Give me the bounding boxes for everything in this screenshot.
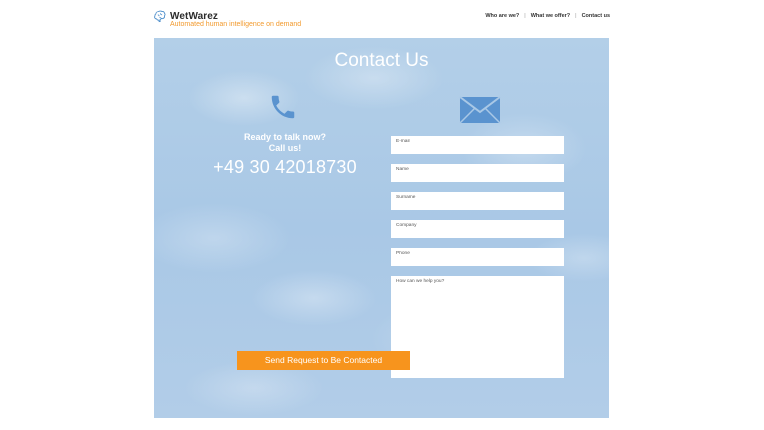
nav-who-are-we[interactable]: Who are we? [485, 13, 519, 19]
name-field[interactable] [391, 164, 564, 174]
header: WetWarez Automated human intelligence on… [154, 8, 610, 36]
tagline: Automated human intelligence on demand [170, 21, 302, 28]
nav-contact-us[interactable]: Contact us [582, 13, 610, 19]
call-prompt-line1: Ready to talk now? [243, 132, 326, 142]
call-prompt-line2: Call us! [268, 143, 302, 153]
brain-icon [154, 10, 166, 23]
contact-form [391, 136, 564, 388]
message-field[interactable] [391, 276, 564, 378]
nav-separator: | [575, 13, 577, 19]
call-prompt: Ready to talk now? Call us! [214, 132, 356, 154]
page: WetWarez Automated human intelligence on… [0, 0, 764, 430]
message-field-wrapper [391, 276, 564, 378]
email-field[interactable] [391, 136, 564, 146]
send-request-button[interactable]: Send Request to Be Contacted [237, 351, 410, 370]
envelope-icon [459, 96, 501, 124]
company-field-wrapper [391, 220, 564, 238]
phone-number[interactable]: +49 30 42018730 [194, 157, 376, 178]
phone-icon [271, 95, 295, 119]
main-nav: Who are we? | What we offer? | Contact u… [485, 13, 610, 19]
surname-field-wrapper [391, 192, 564, 210]
company-field[interactable] [391, 220, 564, 230]
phone-field[interactable] [391, 248, 564, 258]
name-field-wrapper [391, 164, 564, 182]
page-title: Contact Us [334, 50, 429, 71]
surname-field[interactable] [391, 192, 564, 202]
nav-what-we-offer[interactable]: What we offer? [531, 13, 570, 19]
email-field-wrapper [391, 136, 564, 154]
nav-separator: | [524, 13, 526, 19]
phone-field-wrapper [391, 248, 564, 266]
